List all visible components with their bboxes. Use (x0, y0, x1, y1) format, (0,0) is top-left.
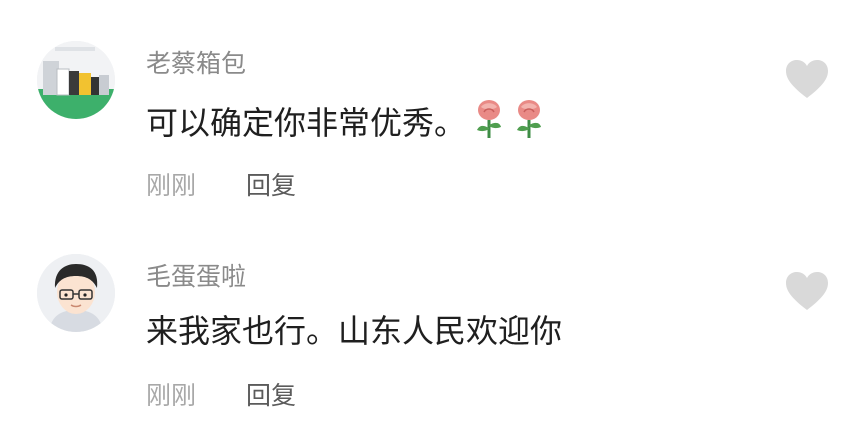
comment-item: 老蔡箱包 可以确定你非常优秀。 刚刚 回复 (0, 0, 864, 218)
reply-button[interactable]: 回复 (246, 380, 296, 412)
comment-timestamp: 刚刚 (146, 171, 197, 200)
avatar[interactable] (37, 41, 115, 119)
reply-button[interactable]: 回复 (246, 170, 296, 202)
comment-text: 可以确定你非常优秀。 (146, 98, 546, 150)
heart-icon (786, 60, 828, 98)
comment-timestamp: 刚刚 (146, 381, 197, 410)
rose-icon (472, 98, 506, 150)
comment-username[interactable]: 老蔡箱包 (146, 48, 246, 80)
rose-icon (512, 98, 546, 150)
like-button[interactable] (784, 270, 830, 312)
avatar-image (37, 254, 115, 332)
comment-item: 毛蛋蛋啦 来我家也行。山东人民欢迎你 刚刚 回复 (0, 218, 864, 436)
comment-text-body: 可以确定你非常优秀。 (146, 104, 467, 142)
heart-icon (786, 272, 828, 310)
comment-username[interactable]: 毛蛋蛋啦 (146, 261, 246, 293)
avatar[interactable] (37, 254, 115, 332)
like-button[interactable] (784, 58, 830, 100)
avatar-image (37, 41, 115, 119)
comment-text: 来我家也行。山东人民欢迎你 (146, 312, 563, 350)
